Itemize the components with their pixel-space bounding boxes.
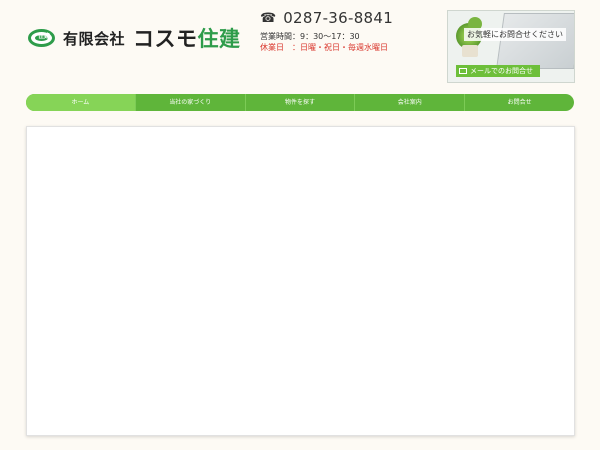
contact-banner[interactable]: お気軽にお問合せください メールでのお問合せ xyxy=(447,10,575,83)
company-name-part1: コスモ xyxy=(133,27,198,51)
holidays: 休業日 ：日曜・祝日・毎週水曜日 xyxy=(260,43,388,52)
nav-item-home[interactable]: ホーム xyxy=(26,94,136,111)
mail-icon xyxy=(459,68,467,74)
mail-contact-label: メールでのお問合せ xyxy=(470,67,533,75)
mail-contact-button[interactable]: メールでのお問合せ xyxy=(456,65,540,77)
phone-icon: ☎ xyxy=(260,10,277,26)
phone-number[interactable]: 0287-36-8841 xyxy=(283,9,393,27)
phone-row[interactable]: ☎ 0287-36-8841 xyxy=(260,8,440,28)
cosmo-logo-icon: 住建 xyxy=(28,29,55,47)
banner-text: お気軽にお問合せください xyxy=(464,28,566,41)
nav-item-house-building[interactable]: 当社の家づくり xyxy=(136,94,246,111)
company-name: コスモ住建 xyxy=(133,23,241,53)
nav-item-company[interactable]: 会社案内 xyxy=(355,94,466,111)
business-hours: 営業時間：9：30～17：30 xyxy=(260,32,360,41)
company-logo[interactable]: 住建 有限会社 コスモ住建 xyxy=(28,22,241,54)
contact-info: ☎ 0287-36-8841 営業時間：9：30～17：30 休業日 ：日曜・祝… xyxy=(260,8,440,53)
main-content-area xyxy=(26,126,575,436)
company-name-part2: 住建 xyxy=(197,27,241,51)
global-nav: ホーム 当社の家づくり 物件を探す 会社案内 お問合せ xyxy=(26,94,574,111)
plant-pot-image xyxy=(462,45,478,57)
laptop-image xyxy=(496,13,574,69)
nav-item-contact[interactable]: お問合せ xyxy=(465,94,574,111)
logo-mark-text: 住建 xyxy=(38,33,51,40)
nav-item-property-search[interactable]: 物件を探す xyxy=(246,94,356,111)
company-type: 有限会社 xyxy=(63,29,126,48)
